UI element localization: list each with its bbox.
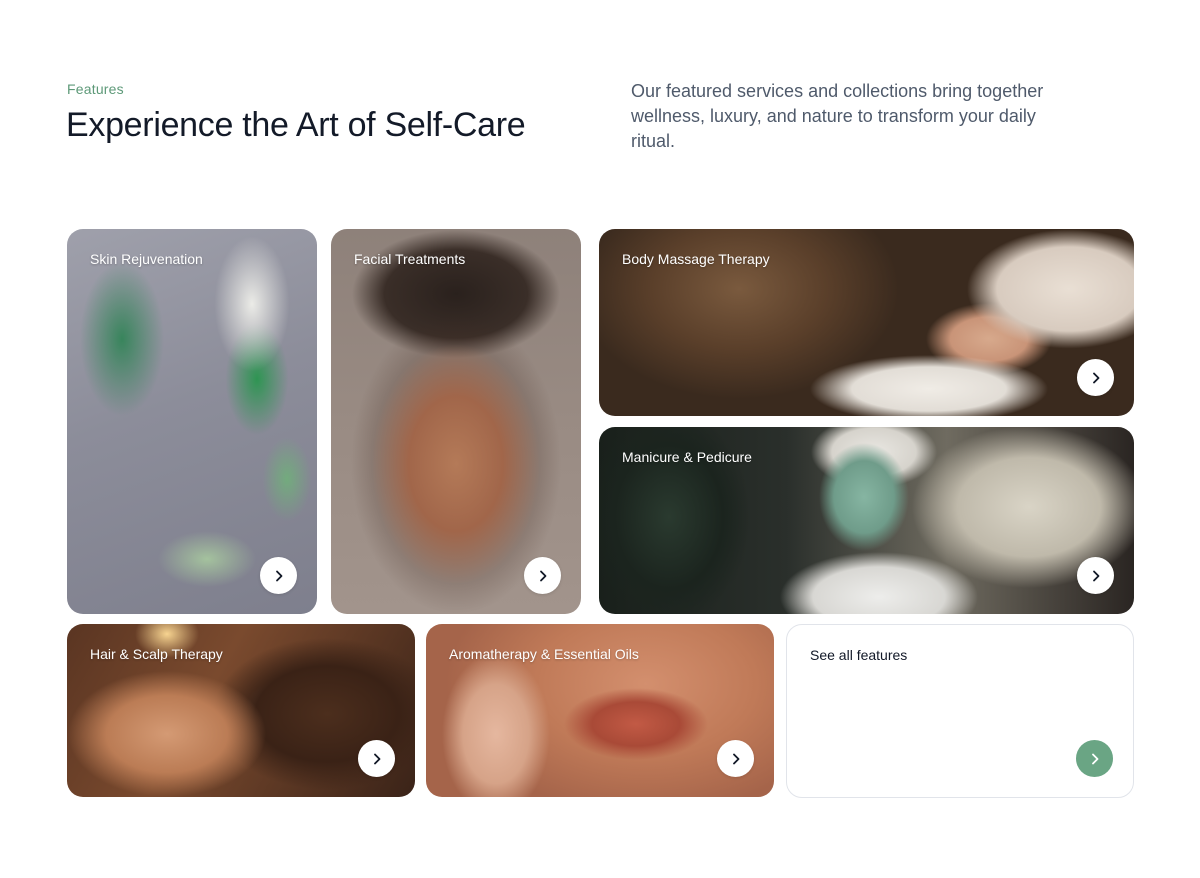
page-title: Experience the Art of Self-Care — [66, 106, 526, 144]
chevron-right-icon — [1091, 753, 1098, 764]
card-label: Manicure & Pedicure — [622, 449, 752, 465]
chevron-right-icon — [1092, 372, 1099, 383]
feature-card-skin-rejuvenation[interactable]: Skin Rejuvenation — [67, 229, 317, 614]
chevron-right-icon — [373, 753, 380, 764]
see-all-features-link[interactable]: See all features — [810, 647, 907, 663]
arrow-button[interactable] — [358, 740, 395, 777]
see-all-arrow-button[interactable] — [1076, 740, 1113, 777]
arrow-button[interactable] — [717, 740, 754, 777]
arrow-button[interactable] — [1077, 557, 1114, 594]
card-label: Hair & Scalp Therapy — [90, 646, 223, 662]
feature-card-aromatherapy-essential-oils[interactable]: Aromatherapy & Essential Oils — [426, 624, 774, 797]
arrow-button[interactable] — [260, 557, 297, 594]
card-label: Body Massage Therapy — [622, 251, 770, 267]
chevron-right-icon — [732, 753, 739, 764]
feature-card-body-massage-therapy[interactable]: Body Massage Therapy — [599, 229, 1134, 416]
card-label: Facial Treatments — [354, 251, 466, 267]
feature-card-manicure-pedicure[interactable]: Manicure & Pedicure — [599, 427, 1134, 614]
feature-card-facial-treatments[interactable]: Facial Treatments — [331, 229, 581, 614]
feature-card-hair-scalp-therapy[interactable]: Hair & Scalp Therapy — [67, 624, 415, 797]
chevron-right-icon — [275, 570, 282, 581]
see-all-features-card[interactable]: See all features — [786, 624, 1134, 798]
arrow-button[interactable] — [1077, 359, 1114, 396]
card-label: Skin Rejuvenation — [90, 251, 203, 267]
card-label: Aromatherapy & Essential Oils — [449, 646, 639, 662]
intro-text: Our featured services and collections br… — [631, 81, 1044, 151]
eyebrow-label: Features — [67, 81, 124, 97]
chevron-right-icon — [1092, 570, 1099, 581]
chevron-right-icon — [539, 570, 546, 581]
arrow-button[interactable] — [524, 557, 561, 594]
